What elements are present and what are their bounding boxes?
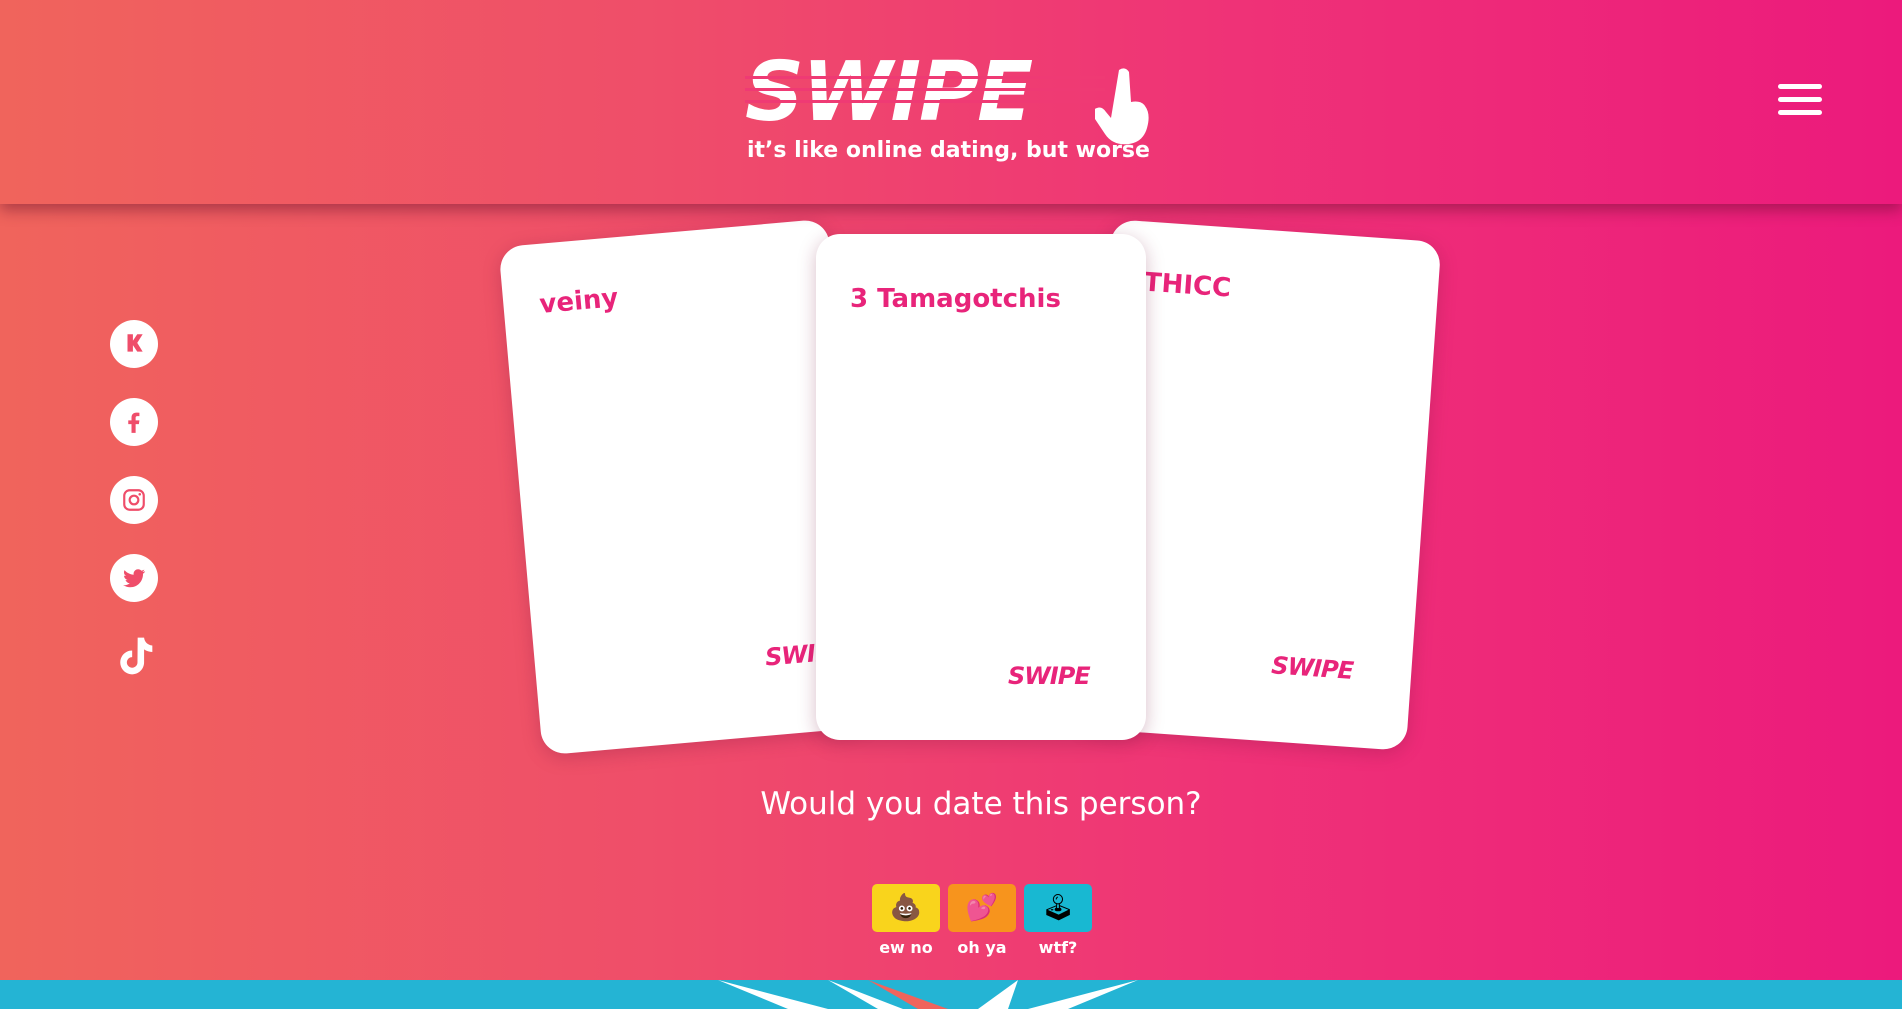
card-3-tamagotchis[interactable]: 3 Tamagotchis SWIPE xyxy=(816,234,1146,740)
pointing-hand-icon xyxy=(1095,68,1149,145)
tagline: it’s like online dating, but worse xyxy=(747,138,1150,163)
main-area: SWIPE it’s like online dating, but worse… xyxy=(0,0,1902,980)
card-text: veiny xyxy=(538,283,620,320)
vote-oh-ya-button[interactable]: 💕 oh ya xyxy=(948,884,1016,957)
vote-ew-no-button[interactable]: 💩 ew no xyxy=(872,884,940,957)
card-brand-logo: SWIPE xyxy=(1270,651,1354,685)
logo-stripe xyxy=(745,88,1105,91)
vote-label: ew no xyxy=(879,938,933,957)
card-text: 3 Tamagotchis xyxy=(850,284,1061,314)
hamburger-menu-icon[interactable] xyxy=(1778,84,1822,120)
logo-wordmark: SWIPE xyxy=(745,45,1033,140)
joystick-emoji-icon: 🕹 xyxy=(1024,884,1092,932)
question-text: Would you date this person? xyxy=(760,786,1202,822)
card-brand-logo: SWIPE xyxy=(1008,662,1091,690)
card-text: THICC xyxy=(1142,267,1233,304)
kickstarter-icon[interactable] xyxy=(110,320,158,368)
logo-stripe xyxy=(745,100,1105,103)
site-header: SWIPE it’s like online dating, but worse xyxy=(0,0,1902,204)
vote-label: wtf? xyxy=(1038,938,1078,957)
tiktok-icon[interactable] xyxy=(110,632,158,680)
hearts-emoji-icon: 💕 xyxy=(948,884,1016,932)
vote-label: oh ya xyxy=(957,938,1007,957)
vote-wtf-button[interactable]: 🕹 wtf? xyxy=(1024,884,1092,957)
instagram-icon[interactable] xyxy=(110,476,158,524)
twitter-icon[interactable] xyxy=(110,554,158,602)
facebook-icon[interactable] xyxy=(110,398,158,446)
poop-emoji-icon: 💩 xyxy=(872,884,940,932)
logo-stripe xyxy=(745,76,1105,79)
footer-sunburst-art xyxy=(718,980,1138,1009)
swipe-logo[interactable]: SWIPE it’s like online dating, but worse xyxy=(745,45,1150,170)
